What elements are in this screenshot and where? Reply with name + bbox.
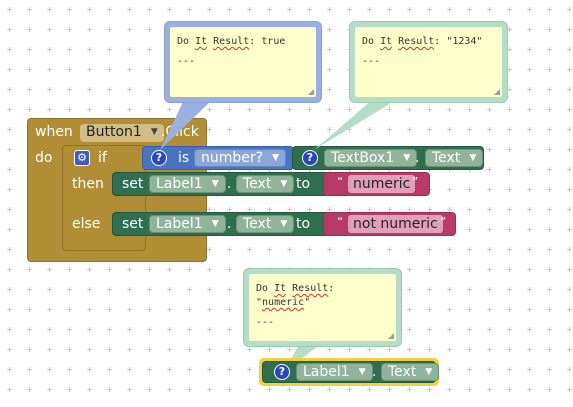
comment-bubble-textbox1-text[interactable]: Do It Result: "1234" --- bbox=[349, 21, 508, 103]
comment-result-line: Do It Result: "numeric" bbox=[256, 283, 335, 308]
dot-separator: . bbox=[227, 176, 232, 192]
dot-separator: . bbox=[227, 216, 232, 232]
is-label: is bbox=[178, 150, 190, 166]
do-label: do bbox=[35, 150, 53, 166]
when-label: when bbox=[35, 124, 73, 140]
component-dropdown-label: TextBox1 bbox=[331, 150, 395, 166]
comment-body: --- bbox=[256, 317, 275, 328]
resize-handle-icon[interactable] bbox=[308, 89, 314, 95]
component-dropdown-textbox1[interactable]: TextBox1 ▼ bbox=[324, 149, 418, 167]
component-dropdown-label: Button1 bbox=[86, 124, 142, 140]
component-dropdown-button1[interactable]: Button1 ▼ bbox=[80, 124, 164, 142]
property-dropdown-text[interactable]: Text ▼ bbox=[425, 149, 484, 167]
component-dropdown-label: Label1 bbox=[156, 176, 203, 192]
quote-open: “ bbox=[337, 215, 344, 229]
then-label: then bbox=[72, 176, 104, 192]
chevron-down-icon: ▼ bbox=[425, 367, 433, 377]
dot-separator: . bbox=[415, 150, 420, 166]
question-mark-icon[interactable]: ? bbox=[274, 364, 290, 380]
resize-handle-icon[interactable] bbox=[388, 333, 394, 339]
text-string-value[interactable]: not numeric bbox=[348, 215, 443, 233]
chevron-down-icon: ▼ bbox=[280, 219, 288, 229]
property-dropdown-text[interactable]: Text ▼ bbox=[236, 215, 295, 233]
chevron-down-icon: ▼ bbox=[358, 367, 366, 377]
chevron-down-icon: ▼ bbox=[280, 179, 288, 189]
chevron-down-icon: ▼ bbox=[150, 127, 158, 137]
comment-text[interactable]: Do It Result: "numeric" --- bbox=[249, 274, 396, 341]
property-dropdown-label: Text bbox=[243, 176, 272, 192]
chevron-down-icon: ▼ bbox=[272, 153, 280, 163]
set-label: set bbox=[122, 216, 144, 232]
to-label: to bbox=[296, 176, 311, 192]
to-label: to bbox=[296, 216, 311, 232]
comment-bubble-is-number[interactable]: Do It Result: true --- bbox=[164, 21, 322, 103]
question-mark-icon[interactable]: ? bbox=[151, 150, 167, 166]
property-dropdown-label: Text bbox=[388, 364, 417, 380]
quote-close: ” bbox=[412, 175, 419, 189]
resize-handle-icon[interactable] bbox=[494, 89, 500, 95]
quote-open: “ bbox=[337, 175, 344, 189]
chevron-down-icon: ▼ bbox=[469, 153, 477, 163]
comment-result-line: Do It Result: true bbox=[177, 36, 286, 47]
comment-result-line: Do It Result: "1234" bbox=[362, 36, 483, 47]
property-dropdown-text[interactable]: Text ▼ bbox=[381, 363, 440, 381]
chevron-down-icon: ▼ bbox=[211, 219, 219, 229]
property-dropdown-label: Text bbox=[243, 216, 272, 232]
event-name-label: .Click bbox=[161, 124, 199, 140]
set-label: set bbox=[122, 176, 144, 192]
gear-icon[interactable]: ⚙ bbox=[74, 150, 90, 166]
quote-close: ” bbox=[440, 215, 447, 229]
else-label: else bbox=[72, 216, 101, 232]
type-dropdown-label: number? bbox=[201, 150, 264, 166]
chevron-down-icon: ▼ bbox=[403, 153, 411, 163]
comment-text[interactable]: Do It Result: true --- bbox=[170, 27, 316, 97]
property-dropdown-text[interactable]: Text ▼ bbox=[236, 175, 295, 193]
component-dropdown-label: Label1 bbox=[156, 216, 203, 232]
component-dropdown-label: Label1 bbox=[303, 364, 350, 380]
dot-separator: . bbox=[372, 364, 377, 380]
property-dropdown-label: Text bbox=[432, 150, 461, 166]
comment-body: --- bbox=[177, 56, 196, 67]
question-mark-icon[interactable]: ? bbox=[302, 150, 318, 166]
comment-bubble-label1-text[interactable]: Do It Result: "numeric" --- bbox=[243, 268, 402, 347]
chevron-down-icon: ▼ bbox=[211, 179, 219, 189]
comment-text[interactable]: Do It Result: "1234" --- bbox=[355, 27, 502, 97]
component-dropdown-label1[interactable]: Label1 ▼ bbox=[149, 175, 226, 193]
component-dropdown-label1[interactable]: Label1 ▼ bbox=[296, 363, 373, 381]
type-dropdown-number[interactable]: number? ▼ bbox=[194, 149, 287, 167]
component-dropdown-label1[interactable]: Label1 ▼ bbox=[149, 215, 226, 233]
comment-body: --- bbox=[362, 56, 381, 67]
text-string-value[interactable]: numeric bbox=[348, 175, 416, 193]
if-label: if bbox=[98, 150, 107, 166]
